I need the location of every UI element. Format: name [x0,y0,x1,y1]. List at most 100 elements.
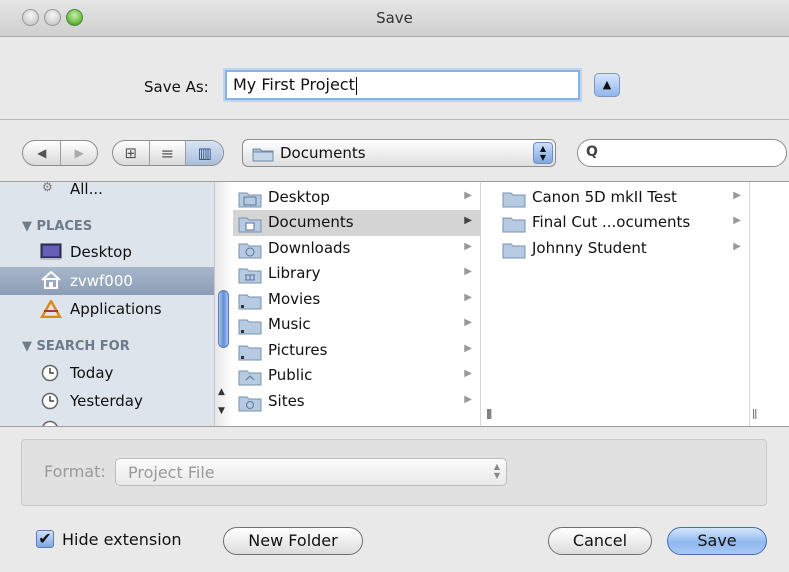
disclosure-arrow-icon: ▶ [464,266,472,277]
scroll-up-arrow-icon[interactable]: ▲ [218,387,225,397]
item-label: Music [268,315,311,333]
list-item[interactable]: Sites ▶ [233,389,480,415]
item-label: Movies [268,290,321,308]
list-icon: ≡ [160,143,175,163]
item-label: Documents [268,213,354,231]
columns-icon: ▥ [197,144,212,162]
sidebar-item-today[interactable]: Today [0,360,214,386]
list-item[interactable]: Final Cut ...ocuments ▶ [497,210,749,236]
search-field[interactable]: Q [577,139,787,167]
format-label: Format: [44,462,106,481]
browser-column-home: Desktop ▶ Documents ▶ Downloads ▶ Librar… [233,182,492,426]
item-label: Pictures [268,341,328,359]
column-resize-handle[interactable]: ǁ [752,407,758,420]
sidebar-item-applications[interactable]: Applications [0,296,214,322]
sidebar-item-label: Applications [70,300,162,318]
disclosure-arrow-icon: ▶ [464,241,472,252]
sidebar: ⚙ All... ▼ PLACES Desktop zvwf000 Applic… [0,182,214,426]
window-title: Save [376,9,413,27]
disclosure-arrow-icon: ▶ [464,394,472,405]
sidebar-item-home[interactable]: zvwf000 [0,267,214,295]
search-folder-icon: ⚙ [42,182,53,194]
grid-icon: ⊞ [124,144,138,162]
item-label: Desktop [268,188,330,206]
save-as-value: My First Project [233,75,355,94]
file-browser: ⚙ All... ▼ PLACES Desktop zvwf000 Applic… [0,181,789,427]
forward-button[interactable]: ▶ [61,141,97,165]
hide-extension-checkbox[interactable]: ✔ [36,530,54,548]
applications-icon [40,300,62,318]
folder-icon [502,243,526,259]
divider [0,119,789,120]
sidebar-item-label: zvwf000 [70,272,133,290]
popup-stepper-icon: ▲ ▼ [533,142,553,164]
music-folder-icon [238,319,262,335]
list-item[interactable]: Public ▶ [233,363,480,389]
triangle-up-icon: ▲ [602,78,612,91]
sites-folder-icon [238,396,262,412]
format-options-box: Format: Project File ▲ ▼ [21,439,767,506]
folder-icon [502,192,526,208]
folder-icon [252,148,274,162]
list-item[interactable]: Movies ▶ [233,287,480,313]
column-resize-handle[interactable]: ǁ [486,407,492,420]
sidebar-item-label: Desktop [70,243,132,261]
list-item[interactable]: Pictures ▶ [233,338,480,364]
sidebar-item-all[interactable]: ⚙ All... [0,182,214,202]
list-item[interactable]: Library ▶ [233,261,480,287]
list-item[interactable]: Desktop ▶ [233,185,480,211]
list-item[interactable]: Documents ▶ [233,210,480,236]
sidebar-item-label: Today [70,364,114,382]
item-label: Library [268,264,321,282]
disclosure-arrow-icon: ▶ [733,190,741,201]
library-folder-icon [238,268,262,284]
sidebar-item-yesterday[interactable]: Yesterday [0,388,214,414]
icon-view-button[interactable]: ⊞ [113,141,150,165]
list-item[interactable]: Canon 5D mkII Test ▶ [497,185,749,211]
disclosure-arrow-icon: ▶ [733,215,741,226]
save-dialog: Save Save As: My First Project ▲ ◀ ▶ ⊞ ≡… [0,0,789,572]
save-as-label: Save As: [144,78,209,96]
format-popup[interactable]: Project File ▲ ▼ [115,458,507,486]
pictures-folder-icon [238,345,262,361]
home-icon [41,271,61,289]
documents-folder-icon [238,217,262,233]
back-button[interactable]: ◀ [23,141,62,165]
scroll-thumb[interactable] [218,290,229,348]
list-item[interactable]: Johnny Student ▶ [497,236,749,262]
item-label: Final Cut ...ocuments [532,213,691,231]
save-as-field[interactable]: My First Project [225,70,580,100]
item-label: Public [268,366,313,384]
item-label: Canon 5D mkII Test [532,188,677,206]
list-item[interactable]: Downloads ▶ [233,236,480,262]
location-popup[interactable]: Documents ▲ ▼ [242,139,556,167]
desktop-folder-icon [238,192,262,208]
item-label: Johnny Student [532,239,647,257]
back-arrow-icon: ◀ [37,146,47,160]
list-view-button[interactable]: ≡ [150,141,187,165]
save-button[interactable]: Save [667,527,767,555]
list-item[interactable]: Music ▶ [233,312,480,338]
movies-folder-icon [238,294,262,310]
disclosure-arrow-icon: ▶ [733,241,741,252]
new-folder-button[interactable]: New Folder [223,527,363,555]
cancel-button[interactable]: Cancel [548,527,652,555]
collapse-dialog-button[interactable]: ▲ [594,73,620,97]
clock-icon [42,420,58,426]
disclosure-arrow-icon: ▶ [464,343,472,354]
places-header: ▼ PLACES [22,219,93,234]
item-label: Downloads [268,239,351,257]
sidebar-item-desktop[interactable]: Desktop [0,239,214,265]
sidebar-scrollbar[interactable]: ▲ ▼ [214,182,232,426]
folder-icon [502,217,526,233]
browser-column-documents: Canon 5D mkII Test ▶ Final Cut ...ocumen… [497,182,750,426]
popup-stepper-icon: ▲ ▼ [493,462,500,480]
column-view-button[interactable]: ▥ [186,141,223,165]
scroll-down-arrow-icon[interactable]: ▼ [218,406,225,416]
checkmark-icon: ✔ [38,529,52,548]
disclosure-arrow-icon: ▶ [464,368,472,379]
clock-icon [41,364,59,382]
disclosure-arrow-icon: ▶ [464,190,472,201]
desktop-icon [40,243,62,260]
downloads-folder-icon [238,243,262,259]
